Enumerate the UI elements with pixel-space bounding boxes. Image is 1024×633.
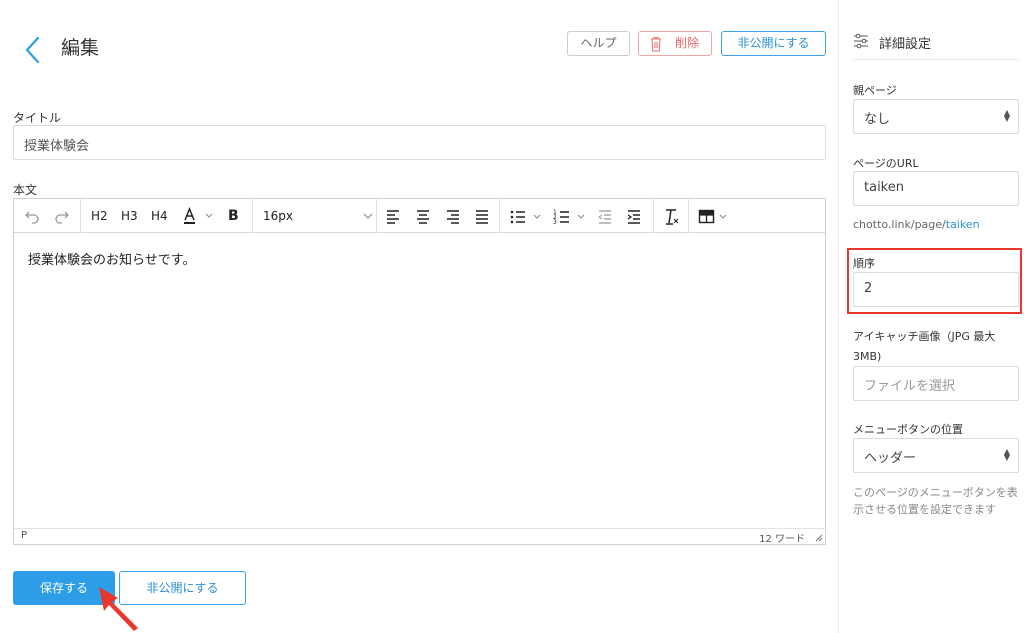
settings-sidebar: 詳細設定 親ページ なし ▲ ▼ ページのURL taiken chotto.li… [838, 0, 1024, 633]
text-color-icon [184, 207, 213, 224]
eyecatch-label: アイキャッチ画像（JPG 最大3MB) [853, 330, 996, 363]
menu-position-label: メニューボタンの位置 [853, 423, 963, 436]
order-input[interactable]: 2 [853, 272, 1019, 307]
title-input[interactable]: 授業体験会 [13, 125, 826, 160]
align-left-button[interactable] [385, 206, 401, 226]
url-slug: taiken [945, 218, 980, 231]
select-arrows-icon: ▲ ▼ [1003, 447, 1010, 462]
help-button[interactable]: ヘルプ [567, 31, 630, 56]
url-prefix: chotto.link/page/ [853, 218, 946, 231]
editor-statusbar: P 12 ワード [14, 528, 825, 545]
table-button[interactable] [698, 206, 732, 226]
trash-icon [651, 37, 661, 52]
parent-page-select[interactable]: なし ▲ ▼ [853, 99, 1019, 134]
back-button[interactable] [22, 36, 44, 64]
element-path: P [21, 530, 28, 541]
page-title: 編集 [61, 37, 100, 59]
indent-button[interactable] [626, 206, 642, 226]
table-icon [698, 209, 727, 224]
toolbar-divider [653, 199, 654, 233]
align-center-icon [417, 210, 429, 224]
sidebar-title: 詳細設定 [879, 37, 932, 52]
editor-toolbar: H2 H3 H4 B 16px 1 2 3 [14, 199, 825, 233]
main-panel: 編集 ヘルプ 削除 非公開にする タイトル 授業体験会 本文 H2 H3 H4 … [0, 0, 838, 633]
parent-page-label: 親ページ [853, 84, 897, 97]
delete-button[interactable]: 削除 [638, 31, 712, 56]
delete-label: 削除 [675, 36, 700, 50]
indent-icon [627, 210, 640, 224]
align-justify-button[interactable] [474, 206, 490, 226]
menu-position-value: ヘッダー [864, 451, 917, 466]
file-select-button[interactable]: ファイルを選択 [853, 366, 1019, 401]
h3-button[interactable]: H3 [121, 206, 138, 226]
toolbar-divider [252, 199, 253, 233]
undo-icon [25, 211, 39, 224]
align-right-button[interactable] [445, 206, 461, 226]
url-preview: chotto.link/page/taiken [853, 218, 980, 231]
outdent-icon [597, 210, 611, 224]
align-justify-icon [476, 210, 488, 224]
undo-button[interactable] [24, 206, 40, 226]
numbered-list-button[interactable]: 123 [553, 206, 589, 226]
toolbar-divider [499, 199, 500, 233]
word-count: 12 ワード [759, 534, 805, 545]
body-label: 本文 [13, 183, 38, 197]
h2-button[interactable]: H2 [91, 206, 108, 226]
select-arrows-icon: ▲ ▼ [1003, 108, 1010, 123]
bullet-list-icon [510, 210, 541, 224]
clear-format-button[interactable] [663, 206, 679, 226]
clear-format-icon [666, 209, 679, 225]
menu-position-select[interactable]: ヘッダー ▲ ▼ [853, 438, 1019, 473]
svg-text:3: 3 [553, 219, 557, 226]
rich-text-editor: H2 H3 H4 B 16px 1 2 3 授業体験会のお知らせです。 P 12… [13, 198, 826, 545]
redo-icon [55, 211, 69, 224]
editor-content[interactable]: 授業体験会のお知らせです。 [28, 249, 195, 268]
bold-button[interactable]: B [228, 206, 239, 226]
font-size-select[interactable]: 16px [263, 206, 373, 226]
outdent-button[interactable] [597, 206, 613, 226]
resize-handle-icon[interactable] [814, 533, 823, 542]
chevron-down-icon [363, 213, 373, 219]
align-right-icon [447, 210, 459, 224]
menu-position-note: このページのメニューボタンを表示させる位置を設定できます [853, 486, 1018, 516]
toolbar-divider [80, 199, 81, 233]
font-size-value: 16px [263, 209, 293, 223]
title-label: タイトル [13, 111, 62, 125]
sliders-icon [854, 33, 868, 49]
parent-page-value: なし [864, 112, 891, 127]
sidebar-header: 詳細設定 [853, 28, 1019, 60]
h4-button[interactable]: H4 [151, 206, 168, 226]
toolbar-divider [376, 199, 377, 233]
align-center-button[interactable] [415, 206, 431, 226]
unpublish-button[interactable]: 非公開にする [721, 31, 826, 56]
page-url-label: ページのURL [853, 157, 919, 170]
annotation-arrow-icon [99, 587, 138, 631]
toolbar-divider [688, 199, 689, 233]
numbered-list-icon: 123 [553, 209, 585, 226]
bullet-list-button[interactable] [509, 206, 545, 226]
page-url-input[interactable]: taiken [853, 171, 1019, 206]
order-label: 順序 [853, 257, 875, 270]
redo-button[interactable] [54, 206, 70, 226]
text-color-button[interactable] [182, 206, 218, 226]
align-left-icon [387, 210, 399, 224]
chevron-left-icon [25, 36, 40, 64]
